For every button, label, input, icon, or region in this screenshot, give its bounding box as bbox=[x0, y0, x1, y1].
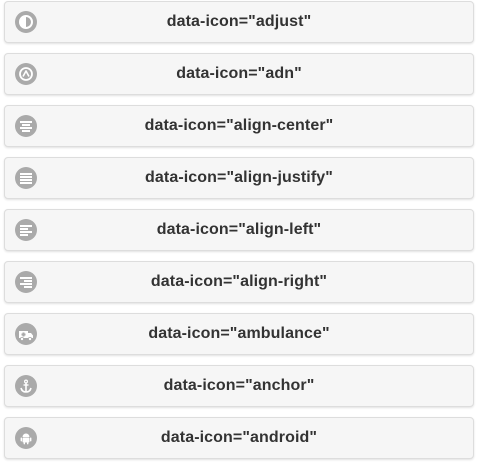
align-justify-button-label: data-icon="align-justify" bbox=[145, 169, 333, 186]
align-left-button-label: data-icon="align-left" bbox=[156, 221, 322, 238]
ambulance-button-label: data-icon="ambulance" bbox=[148, 325, 330, 342]
align-left-button[interactable]: data-icon="align-left" bbox=[4, 209, 474, 251]
adn-button-label: data-icon="adn" bbox=[176, 65, 302, 82]
ambulance-button[interactable]: data-icon="ambulance" bbox=[4, 313, 474, 355]
android-button[interactable]: data-icon="android" bbox=[4, 417, 474, 459]
adn-button[interactable]: data-icon="adn" bbox=[4, 53, 474, 95]
align-justify-button[interactable]: data-icon="align-justify" bbox=[4, 157, 474, 199]
icon-button-list: data-icon="adjust" data-icon="adn" data-… bbox=[0, 0, 486, 463]
android-button-label: data-icon="android" bbox=[160, 429, 318, 446]
adjust-button-label: data-icon="adjust" bbox=[166, 13, 312, 30]
anchor-button-label: data-icon="anchor" bbox=[163, 377, 315, 394]
adjust-button[interactable]: data-icon="adjust" bbox=[4, 1, 474, 43]
align-center-button[interactable]: data-icon="align-center" bbox=[4, 105, 474, 147]
anchor-button[interactable]: data-icon="anchor" bbox=[4, 365, 474, 407]
align-right-button-label: data-icon="align-right" bbox=[150, 273, 328, 290]
align-center-button-label: data-icon="align-center" bbox=[144, 117, 334, 134]
align-right-button[interactable]: data-icon="align-right" bbox=[4, 261, 474, 303]
